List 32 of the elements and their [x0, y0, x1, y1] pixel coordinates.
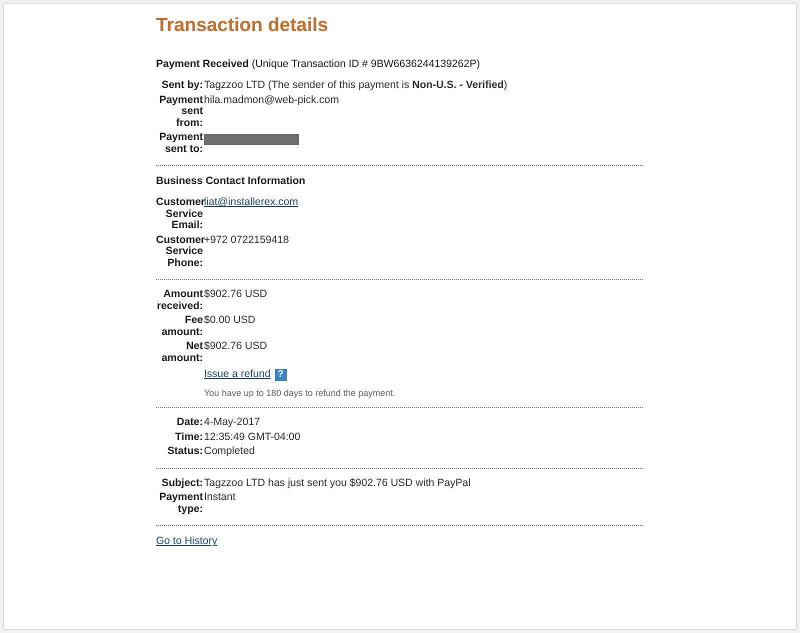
refund-link[interactable]: Issue a refund	[204, 367, 271, 383]
field-label: Payment sent from:	[158, 94, 204, 129]
field-value: 4-May-2017	[204, 416, 260, 428]
email-link[interactable]: liat@installerex.com	[204, 196, 298, 208]
field-value: Instant	[204, 491, 236, 504]
field-label: Sent by:	[160, 80, 204, 92]
field-value: $902.76 USD	[204, 288, 268, 300]
field-label: Date:	[176, 417, 204, 429]
field-value: Completed	[204, 445, 255, 458]
field-label: Subject:	[160, 478, 204, 490]
help-icon[interactable]: ?	[274, 368, 287, 381]
field-label: Net amount:	[160, 341, 204, 364]
field-value: Tagzzoo LTD has just sent you $902.76 USD with PayPal	[204, 476, 471, 489]
field-value: $0.00 USD	[204, 314, 256, 326]
field-label: Amount received:	[156, 289, 204, 312]
field-value: $902.76 USD	[204, 340, 268, 352]
field-label: Status:	[166, 446, 204, 458]
field-label: Payment sent to:	[158, 132, 204, 155]
field-label: Payment type:	[158, 492, 204, 516]
section-heading: Business Contact Information	[156, 175, 306, 188]
field-value: +972 0722159418	[204, 234, 289, 246]
field-label: Customer Service Phone:	[156, 234, 204, 269]
page-title: Transaction details	[156, 14, 330, 38]
field-value: hila.madmon@web-pick.com	[204, 94, 339, 106]
refund-note: You have up to 180 days to refund the payment.	[204, 386, 396, 400]
history-link[interactable]: Go to History	[156, 534, 218, 550]
field-value: 12:35:49 GMT-04:00	[204, 430, 300, 443]
field-label: Time:	[174, 432, 204, 444]
field-label: Customer Service Email:	[156, 197, 204, 232]
section-heading: Payment Received (Unique Transaction ID # 9BW6636244139262P)	[156, 58, 481, 71]
field-value: Tagzzoo LTD (The sender of this payment is Non-U.S. - Verified)	[204, 79, 508, 91]
field-label: Fee amount:	[160, 315, 204, 338]
